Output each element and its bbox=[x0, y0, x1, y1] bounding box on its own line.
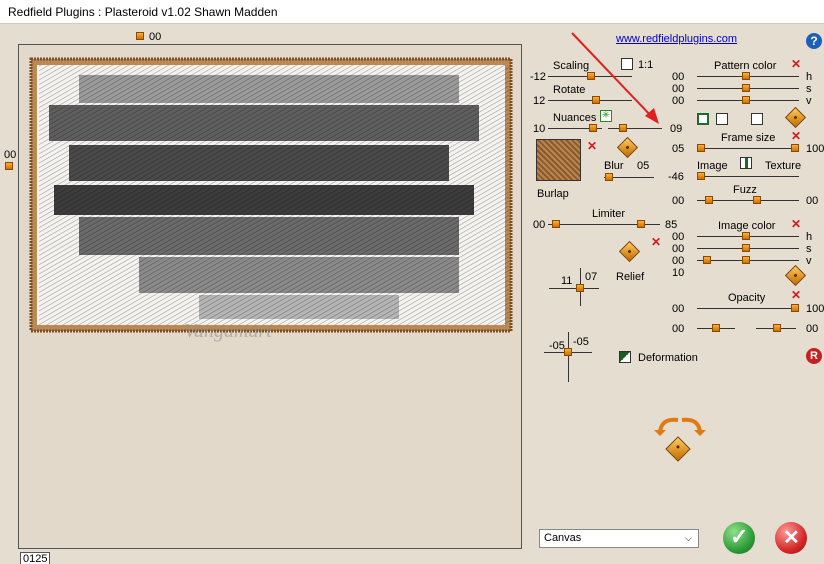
opacity2-knob-a[interactable] bbox=[712, 324, 720, 332]
help-icon[interactable]: ? bbox=[806, 33, 822, 49]
image-texture-toggle[interactable] bbox=[740, 157, 752, 169]
image-color-random-icon[interactable] bbox=[784, 264, 807, 287]
deformation-checkbox[interactable] bbox=[619, 351, 631, 363]
relief-random-icon[interactable] bbox=[618, 240, 641, 263]
image-s-knob[interactable] bbox=[742, 244, 750, 252]
nuances-slider2-track[interactable] bbox=[608, 128, 662, 129]
watermark: Vangamart bbox=[184, 320, 272, 342]
deformation-y-value: -05 bbox=[573, 336, 589, 348]
deformation-label: Deformation bbox=[638, 352, 698, 364]
texture-name: Burlap bbox=[537, 188, 569, 200]
scaling-value: -12 bbox=[530, 71, 546, 83]
undo-redo-arrows-icon[interactable] bbox=[652, 414, 708, 436]
texture-select[interactable]: Canvas ⌵ bbox=[539, 529, 699, 548]
opacity-left-value: 00 bbox=[672, 303, 685, 315]
texture-label: Texture bbox=[765, 160, 802, 172]
chevron-down-icon: ⌵ bbox=[685, 533, 692, 543]
frame-size-right-value: 100 bbox=[806, 143, 824, 155]
nuances-value2: 09 bbox=[670, 123, 683, 135]
reset-label: R bbox=[810, 350, 818, 362]
frame-size-remove-icon[interactable]: ✕ bbox=[791, 130, 801, 142]
pattern-v-value: 00 bbox=[672, 95, 685, 107]
rotate-value: 12 bbox=[533, 95, 546, 107]
random-all-icon[interactable] bbox=[665, 436, 691, 462]
help-icon-glyph: ? bbox=[810, 34, 818, 48]
preview-top-value: 00 bbox=[149, 31, 162, 43]
relief-label: Relief bbox=[616, 271, 645, 283]
relief-pad-knob[interactable] bbox=[576, 284, 584, 292]
blur-slider-knob[interactable] bbox=[605, 173, 613, 181]
nuances-value1: 10 bbox=[533, 123, 546, 135]
relief-y-value: 07 bbox=[585, 271, 598, 283]
preview-bottom-value: 0125 bbox=[20, 552, 51, 564]
image-h-knob[interactable] bbox=[742, 232, 750, 240]
deformation-pad-knob[interactable] bbox=[564, 348, 572, 356]
deformation-pad-v[interactable] bbox=[568, 332, 569, 382]
image-v-knob-1[interactable] bbox=[703, 256, 711, 264]
texture-swatch-burlap[interactable] bbox=[536, 139, 581, 181]
ok-button[interactable]: ✓ bbox=[723, 522, 755, 554]
opacity-right-value: 100 bbox=[806, 303, 824, 315]
opacity-remove-icon[interactable]: ✕ bbox=[791, 289, 801, 301]
image-texture-knob[interactable] bbox=[697, 172, 705, 180]
blur-label: Blur bbox=[604, 160, 624, 172]
limiter-label: Limiter bbox=[592, 208, 626, 220]
preview-left-value: 00 bbox=[4, 149, 17, 161]
limiter-left-value: 00 bbox=[533, 219, 546, 231]
pattern-h-knob[interactable] bbox=[742, 72, 750, 80]
image-v-knob-2[interactable] bbox=[742, 256, 750, 264]
opacity-knob[interactable] bbox=[791, 304, 799, 312]
frame-size-track[interactable] bbox=[697, 148, 799, 149]
image-texture-track[interactable] bbox=[697, 176, 799, 177]
texture-random-icon[interactable] bbox=[616, 136, 639, 159]
limiter-left-knob[interactable] bbox=[552, 220, 560, 228]
opacity-track[interactable] bbox=[697, 308, 799, 309]
frame-random-icon[interactable] bbox=[784, 106, 807, 129]
relief-remove-icon[interactable]: ✕ bbox=[651, 236, 661, 248]
fuzz-right-value: 00 bbox=[806, 195, 819, 207]
texture-remove-icon[interactable]: ✕ bbox=[587, 140, 597, 152]
check-icon: ✓ bbox=[730, 524, 749, 549]
frame-style-1[interactable] bbox=[697, 113, 709, 125]
cancel-button[interactable]: ✕ bbox=[775, 522, 807, 554]
preview-pane[interactable]: Vangamart bbox=[18, 44, 522, 549]
frame-style-2[interactable] bbox=[716, 113, 728, 125]
frame-size-right-knob[interactable] bbox=[791, 144, 799, 152]
image-color-remove-icon[interactable]: ✕ bbox=[791, 218, 801, 230]
annotation-arrow bbox=[571, 32, 659, 124]
blur-value: 05 bbox=[637, 160, 650, 172]
image-texture-value: -46 bbox=[668, 171, 684, 183]
frame-size-left-knob[interactable] bbox=[697, 144, 705, 152]
fuzz-left-knob[interactable] bbox=[705, 196, 713, 204]
relief-pad-h[interactable] bbox=[549, 288, 599, 289]
limiter-right-knob[interactable] bbox=[637, 220, 645, 228]
pattern-v-knob[interactable] bbox=[742, 96, 750, 104]
frame-size-left-value: 05 bbox=[672, 143, 685, 155]
opacity-left2-value: 00 bbox=[672, 323, 685, 335]
preview-top-handle[interactable] bbox=[136, 32, 144, 40]
opacity-right2-value: 00 bbox=[806, 323, 819, 335]
window-title: Redfield Plugins : Plasteroid v1.02 Shaw… bbox=[8, 5, 278, 19]
pattern-color-remove-icon[interactable]: ✕ bbox=[791, 58, 801, 70]
image-v-label: v bbox=[806, 255, 812, 267]
title-bar: Redfield Plugins : Plasteroid v1.02 Shaw… bbox=[0, 0, 824, 24]
reset-button[interactable]: R bbox=[806, 348, 822, 364]
fuzz-left-value: 00 bbox=[672, 195, 685, 207]
close-icon: ✕ bbox=[783, 527, 800, 549]
opacity2-knob-b[interactable] bbox=[773, 324, 781, 332]
preview-image: Vangamart bbox=[29, 57, 513, 342]
frame-size-label: Frame size bbox=[721, 132, 776, 144]
frame-style-3[interactable] bbox=[751, 113, 763, 125]
pattern-s-knob[interactable] bbox=[742, 84, 750, 92]
relief-x-value: 11 bbox=[561, 275, 573, 287]
pattern-v-label: v bbox=[806, 95, 812, 107]
texture-select-value: Canvas bbox=[544, 532, 582, 544]
opacity-label: Opacity bbox=[728, 292, 766, 304]
fuzz-right-knob[interactable] bbox=[753, 196, 761, 204]
image-color-extra-value: 10 bbox=[672, 267, 685, 279]
preview-left-handle[interactable] bbox=[5, 162, 13, 170]
